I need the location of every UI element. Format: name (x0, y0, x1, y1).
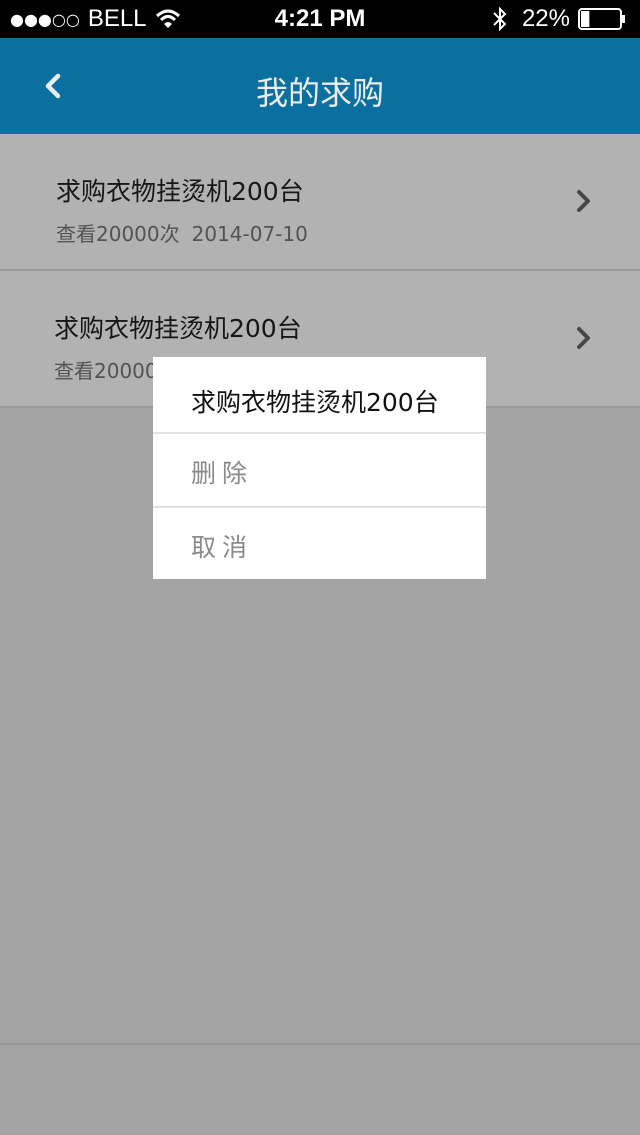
status-right: 22% (492, 5, 626, 33)
battery-percent: 22% (521, 5, 570, 32)
battery-fill (581, 11, 590, 27)
nav-bar: 我的求购 (0, 38, 640, 134)
page-title: 我的求购 (255, 74, 384, 112)
delete-label: 删除 (191, 459, 254, 488)
cancel-button[interactable]: 取消 (153, 508, 486, 578)
bluetooth-icon (493, 6, 507, 32)
modal-overlay[interactable] (0, 134, 640, 1135)
dialog-title: 求购衣物挂烫机200台 (191, 388, 439, 417)
action-dialog: 求购衣物挂烫机200台 删除 取消 (153, 357, 486, 579)
battery-icon (578, 8, 625, 30)
cancel-label: 取消 (191, 533, 254, 562)
status-bar: ●●●○○ BELL 4:21 PM 22% (0, 0, 640, 38)
delete-button[interactable]: 删除 (153, 434, 486, 504)
